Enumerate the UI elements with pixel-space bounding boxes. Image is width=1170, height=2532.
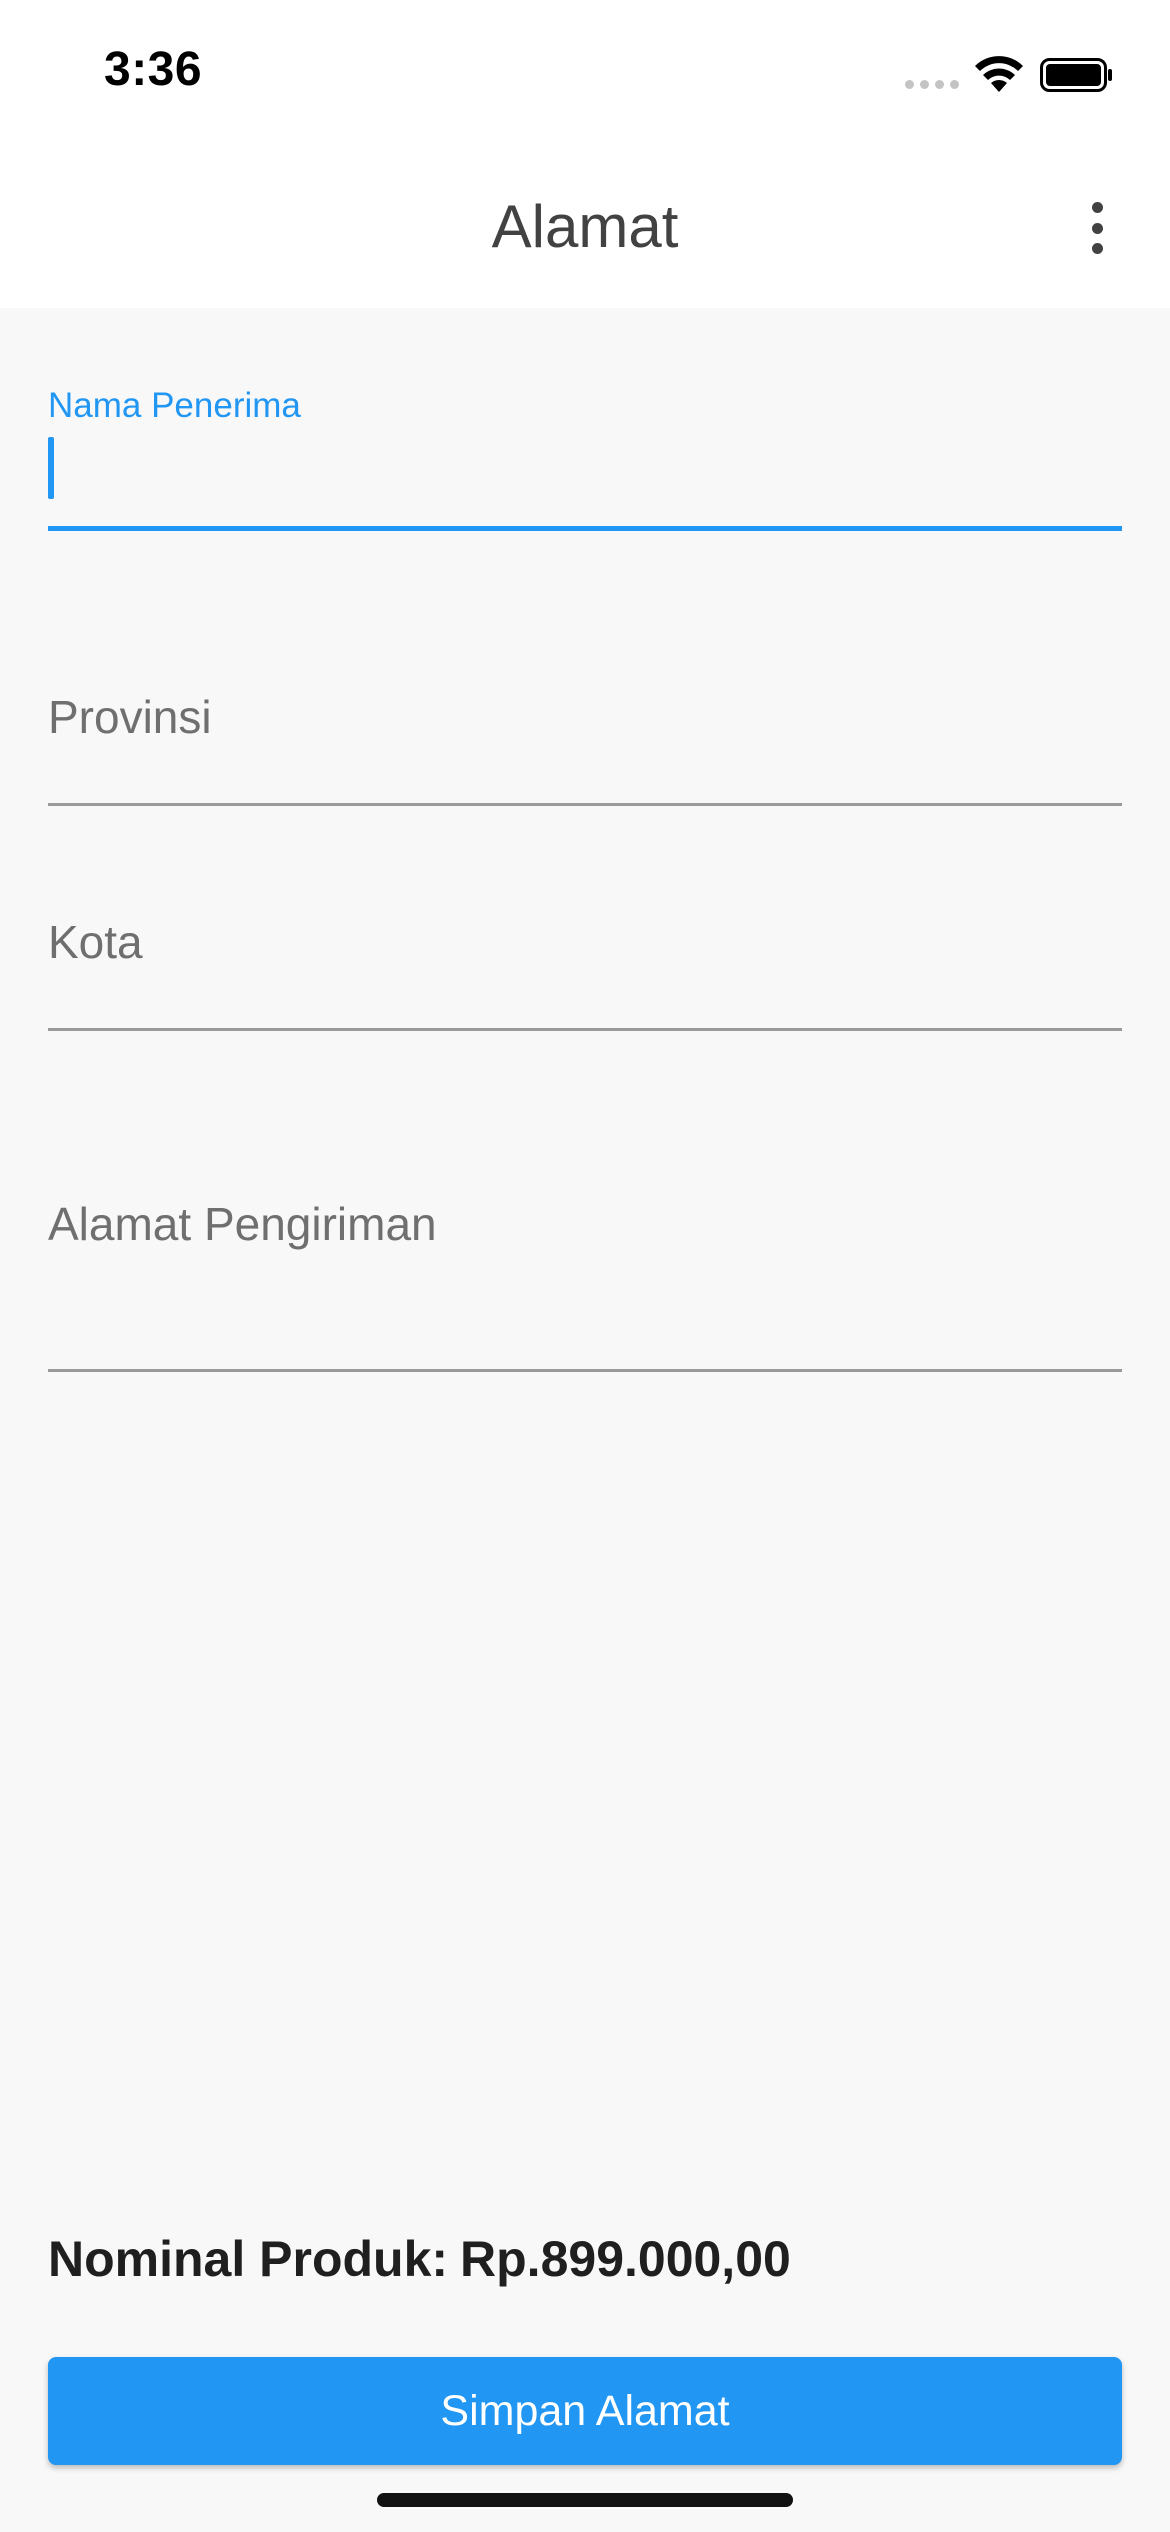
save-address-button[interactable]: Simpan Alamat <box>48 2357 1122 2465</box>
status-time: 3:36 <box>104 43 203 96</box>
nominal-label: Nominal Produk: <box>48 2231 449 2287</box>
shipping-address-label: Alamat Pengiriman <box>48 1198 437 1250</box>
more-options-button[interactable] <box>1074 196 1120 260</box>
page-title: Alamat <box>491 193 679 260</box>
recipient-name-label: Nama Penerima <box>48 386 301 425</box>
app-bar: Alamat <box>0 150 1170 308</box>
cellular-signal-icon <box>905 80 959 89</box>
shipping-address-field[interactable]: Alamat Pengiriman <box>48 1187 1122 1377</box>
city-label: Kota <box>48 916 143 968</box>
shipping-address-underline <box>48 1369 1122 1372</box>
more-vertical-icon <box>1091 202 1103 213</box>
text-caret <box>48 437 54 499</box>
province-label: Provinsi <box>48 691 212 743</box>
city-underline <box>48 1028 1122 1031</box>
city-field[interactable]: Kota <box>48 905 1122 1035</box>
recipient-name-underline <box>48 526 1122 531</box>
save-address-label: Simpan Alamat <box>440 2386 730 2435</box>
wifi-icon <box>975 56 1023 92</box>
recipient-name-field[interactable]: Nama Penerima <box>48 386 1122 536</box>
nominal-product-summary: Nominal Produk: Rp.899.000,00 <box>48 2230 791 2288</box>
nominal-value: Rp.899.000,00 <box>460 2231 791 2287</box>
status-bar: 3:36 <box>0 0 1170 150</box>
province-underline <box>48 803 1122 806</box>
province-field[interactable]: Provinsi <box>48 680 1122 810</box>
home-indicator[interactable] <box>377 2493 793 2507</box>
battery-icon <box>1040 58 1112 92</box>
